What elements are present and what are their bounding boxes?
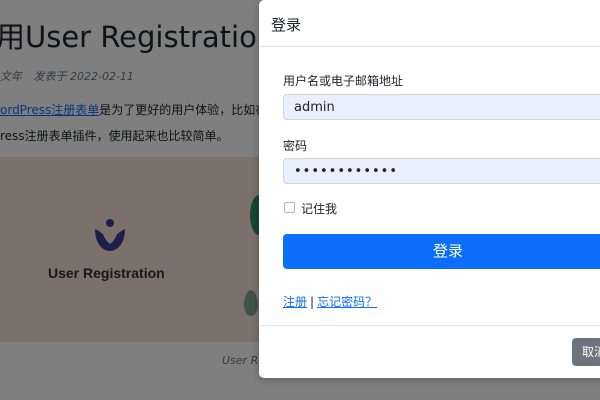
modal-title: 登录 [271,16,302,34]
password-label: 密码 [283,139,308,153]
username-input[interactable] [283,94,600,120]
password-input[interactable] [283,158,600,184]
username-label: 用户名或电子邮箱地址 [283,74,404,88]
forgot-password-link[interactable]: 忘记密码？ [317,295,377,309]
modal-header: 登录 [259,0,600,47]
register-link[interactable]: 注册 [283,295,307,309]
login-modal: 登录 用户名或电子邮箱地址 密码 记住我 登录 注册|忘记密码？ 取消 [259,0,600,378]
modal-footer-divider [259,325,600,326]
remember-me-checkbox[interactable] [284,202,295,213]
link-separator: | [310,295,315,309]
login-button[interactable]: 登录 [283,234,600,269]
modal-links: 注册 | 忘记密码？ [283,293,377,310]
remember-me-label[interactable]: 记住我 [301,200,337,217]
cancel-button[interactable]: 取消 [572,338,600,366]
